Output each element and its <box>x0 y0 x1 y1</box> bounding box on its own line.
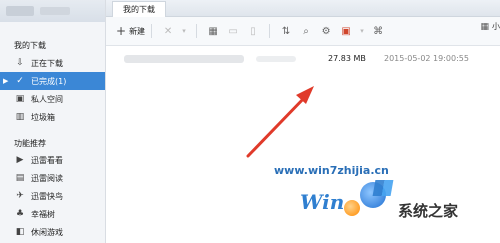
file-name <box>124 55 244 63</box>
watermark-logo: Win <box>300 190 345 214</box>
watermark-url: www.win7zhijia.cn <box>274 164 389 177</box>
book-icon: ▤ <box>15 173 25 183</box>
trash-icon: ▥ <box>15 112 25 122</box>
tree-icon: ♣ <box>15 209 25 219</box>
dropdown-icon[interactable]: ▾ <box>180 20 188 42</box>
sort-icon[interactable]: ⇅ <box>278 20 294 42</box>
new-task-label: 新建 <box>129 26 146 36</box>
sidebar-item-label: 休闲游戏 <box>31 227 63 237</box>
sidebar-item-label: 迅雷阅读 <box>31 173 63 183</box>
user-area[interactable] <box>0 0 105 22</box>
new-task-button[interactable]: + 新建 <box>116 20 145 42</box>
tab-bar: 我的下载 <box>106 0 500 17</box>
view-toggle[interactable]: ▦ 小 <box>480 21 500 32</box>
divider <box>151 24 153 38</box>
sidebar-item-label: 垃圾箱 <box>31 112 55 122</box>
folder-icon[interactable]: ▭ <box>225 20 241 42</box>
game-icon: ◧ <box>15 227 25 237</box>
search-icon[interactable]: ⌕ <box>298 20 314 42</box>
divider <box>196 24 198 38</box>
watermark-text: 系统之家 <box>398 202 459 220</box>
sidebar-item-private-space[interactable]: ▣ 私人空间 <box>0 90 105 108</box>
sidebar-item-downloading[interactable]: ⇩ 正在下载 <box>0 54 105 72</box>
sidebar-item-trash[interactable]: ▥ 垃圾箱 <box>0 108 105 126</box>
sidebar-item-label: 迅雷看看 <box>31 155 63 165</box>
grid-icon: ▦ <box>480 21 489 32</box>
sidebar-item-label: 私人空间 <box>31 94 63 104</box>
layout-icon[interactable]: ▦ <box>205 20 221 42</box>
check-icon: ✓ <box>16 76 24 86</box>
view-label: 小 <box>492 22 500 31</box>
gamepad-icon[interactable]: ⌘ <box>370 20 386 42</box>
sidebar-item-completed[interactable]: ▶ ✓ 已完成(1) <box>0 72 105 90</box>
dropdown-icon[interactable]: ▾ <box>358 20 366 42</box>
sidebar-item-casual-games[interactable]: ◧ 休闲游戏 <box>0 223 105 241</box>
table-row[interactable]: 27.83 MB 2015-05-02 19:00:55 <box>106 50 500 68</box>
file-size: 27.83 MB <box>328 54 366 63</box>
bird-icon: ✈ <box>16 191 24 201</box>
plus-icon: + <box>116 24 127 38</box>
expand-arrow-icon: ▶ <box>3 77 9 85</box>
feature-recommend-title: 功能推荐 <box>14 139 46 148</box>
toolbar: + 新建 ✕ ▾ ▦ ▭ ▯ ⇅ ⌕ ⚙ ▣ ▾ ⌘ ▦ 小 <box>106 17 500 46</box>
settings-icon[interactable]: ⚙ <box>318 20 334 42</box>
file-icon[interactable]: ▯ <box>245 20 261 42</box>
windows-flag-icon <box>372 180 394 196</box>
divider <box>269 24 271 38</box>
sidebar-item-xunlei-read[interactable]: ▤ 迅雷阅读 <box>0 169 105 187</box>
file-time: 2015-05-02 19:00:55 <box>384 54 469 63</box>
download-icon: ⇩ <box>16 58 24 68</box>
gift-icon[interactable]: ▣ <box>338 20 354 42</box>
close-icon[interactable]: ✕ <box>160 20 176 42</box>
avatar[interactable] <box>6 6 34 16</box>
watermark-orb-icon <box>344 200 360 216</box>
sidebar-item-label: 幸福树 <box>31 209 55 219</box>
sidebar: 我的下载 ⇩ 正在下载 ▶ ✓ 已完成(1) ▣ 私人空间 ▥ 垃圾箱 功能推荐… <box>0 0 106 243</box>
private-space-icon: ▣ <box>15 94 25 104</box>
sidebar-item-happy-tree[interactable]: ♣ 幸福树 <box>0 205 105 223</box>
sidebar-item-xunlei-kankan[interactable]: ▶ 迅雷看看 <box>0 151 105 169</box>
video-icon: ▶ <box>16 155 24 165</box>
tab-my-downloads[interactable]: 我的下载 <box>112 1 166 17</box>
sidebar-item-label: 正在下载 <box>31 58 63 68</box>
my-downloads-title: 我的下载 <box>14 41 46 50</box>
username <box>40 7 70 15</box>
file-extra <box>256 56 296 62</box>
sidebar-item-label: 迅雷快鸟 <box>31 191 63 201</box>
sidebar-item-xunlei-kuainiao[interactable]: ✈ 迅雷快鸟 <box>0 187 105 205</box>
sidebar-item-label: 已完成(1) <box>31 76 67 86</box>
